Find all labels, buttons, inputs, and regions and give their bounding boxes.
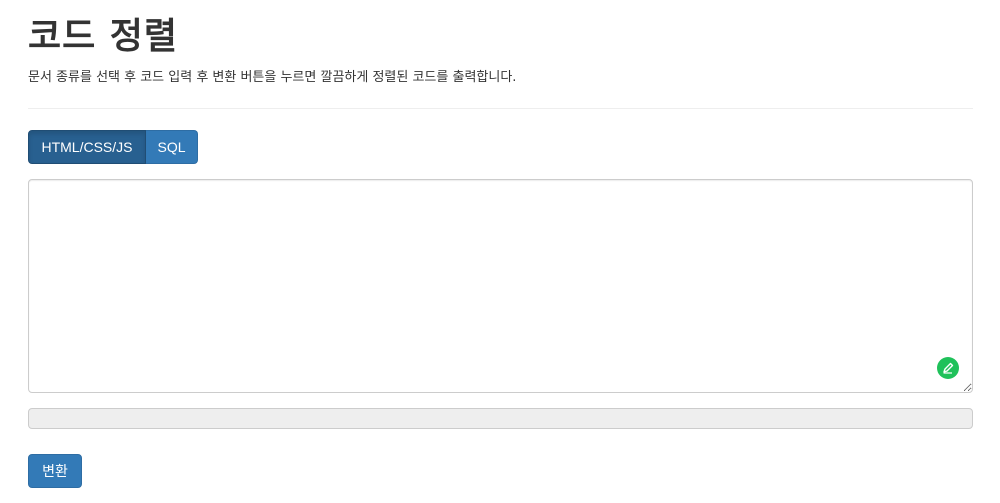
page-title: 코드 정렬: [28, 16, 179, 57]
divider: [28, 108, 973, 109]
formatted-output: [28, 408, 973, 429]
doc-type-sql-button[interactable]: SQL: [146, 130, 198, 164]
code-input[interactable]: [28, 179, 973, 393]
page-description: 문서 종류를 선택 후 코드 입력 후 변환 버튼을 누르면 깔끔하게 정렬된 …: [28, 70, 517, 85]
doc-type-toggle-group: HTML/CSS/JS SQL: [28, 130, 198, 164]
pen-icon[interactable]: [937, 357, 959, 379]
code-formatter-page: 코드 정렬 문서 종류를 선택 후 코드 입력 후 변환 버튼을 누르면 깔끔하…: [0, 0, 1000, 503]
convert-button[interactable]: 변환: [28, 454, 82, 488]
doc-type-html-css-js-button[interactable]: HTML/CSS/JS: [28, 130, 146, 164]
